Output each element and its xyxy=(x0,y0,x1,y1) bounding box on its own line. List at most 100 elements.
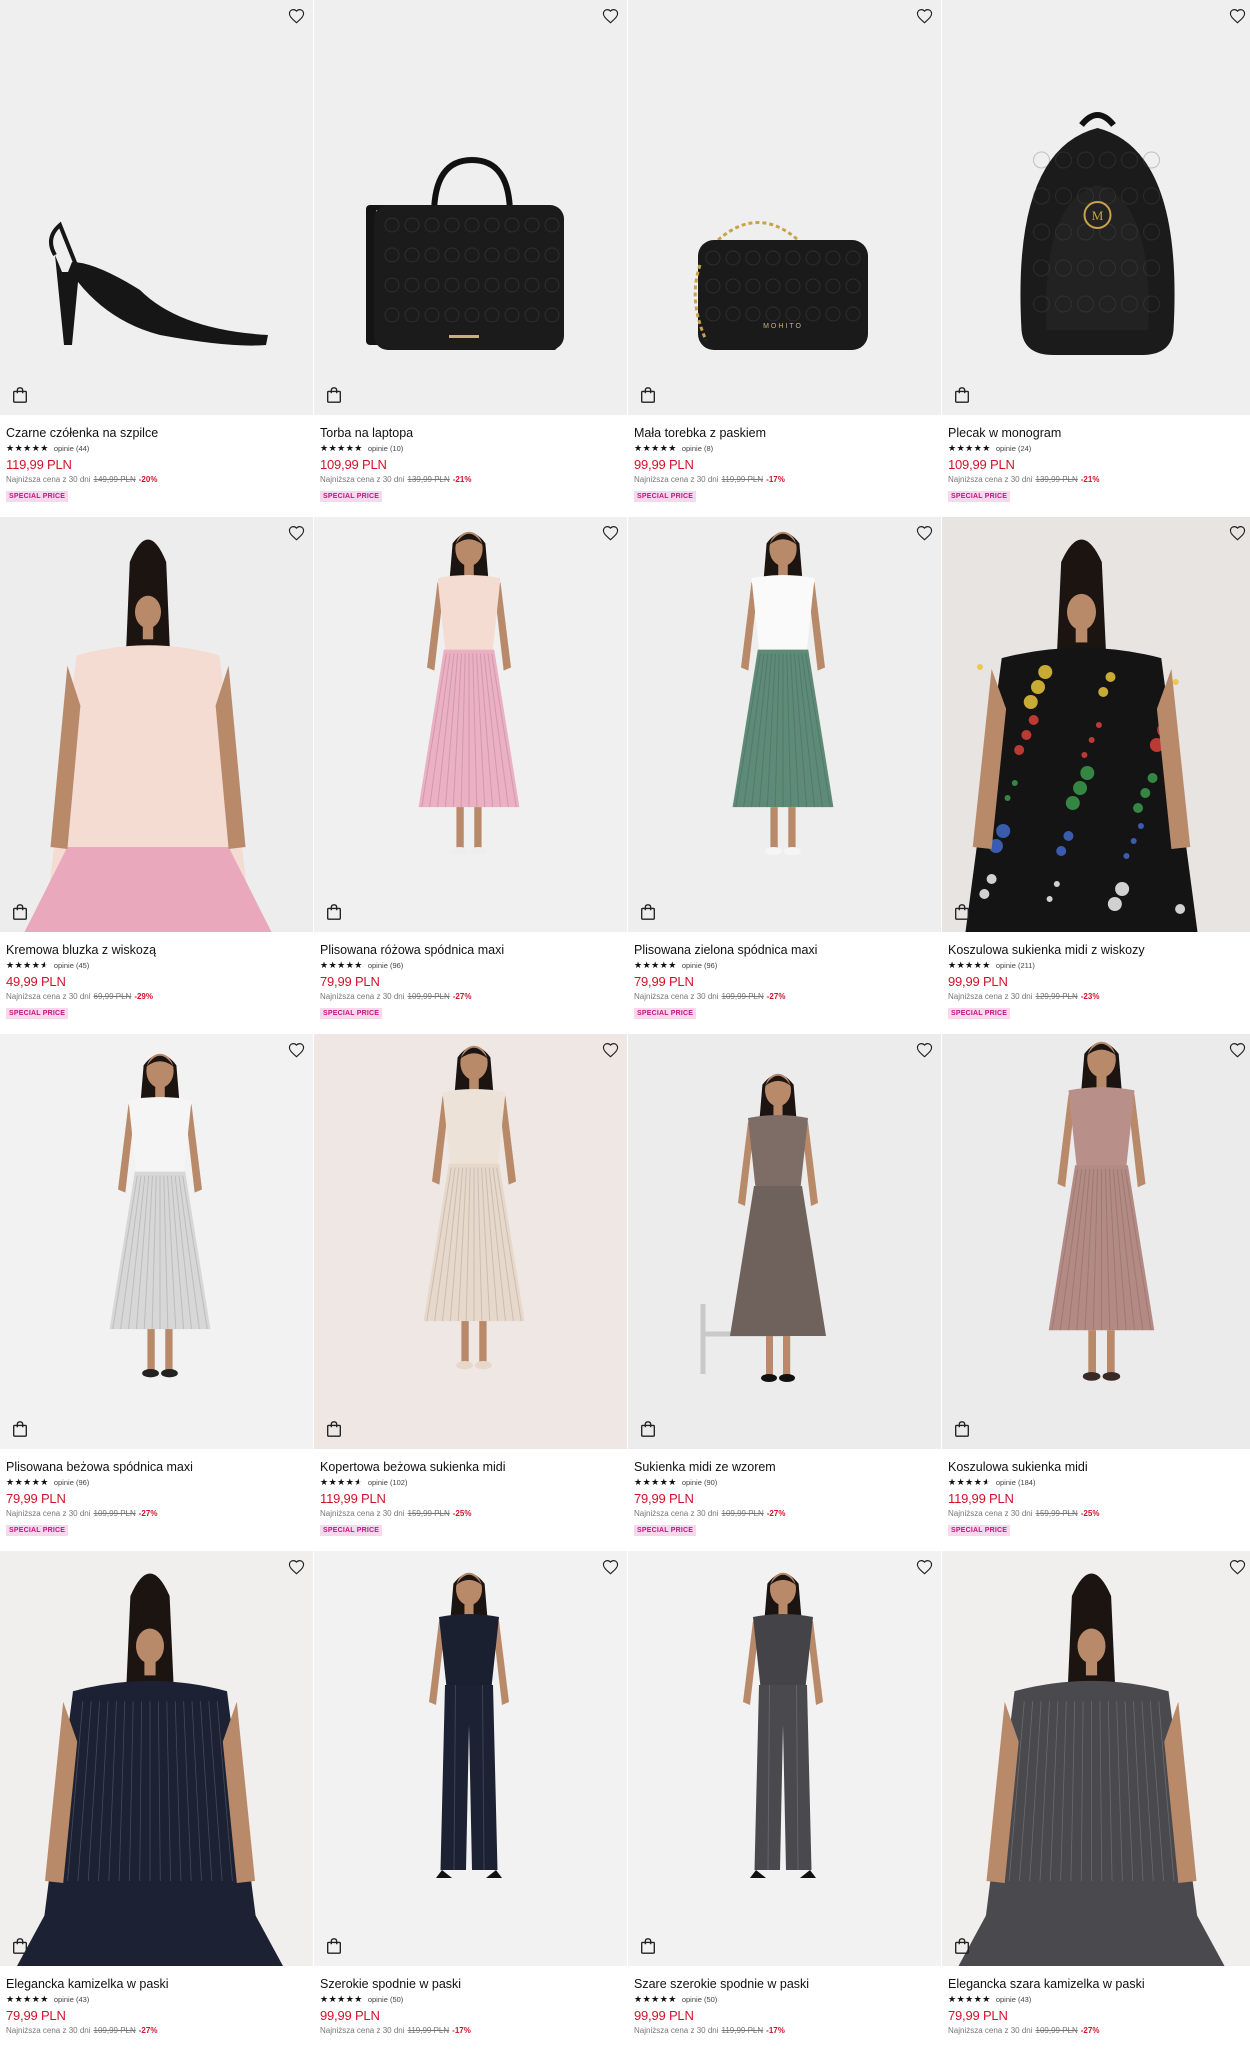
product-name[interactable]: Plisowana różowa spódnica maxi xyxy=(320,943,621,958)
shopping-bag-icon[interactable] xyxy=(325,903,343,921)
product-name[interactable]: Elegancka kamizelka w paski xyxy=(6,1977,307,1992)
product-image[interactable] xyxy=(628,1034,941,1449)
product-card[interactable]: Koszulowa sukienka midi ★★★★★★★★★★ opini… xyxy=(942,1034,1250,1551)
shopping-bag-icon[interactable] xyxy=(639,1937,657,1955)
heart-outline-icon[interactable] xyxy=(914,1040,934,1060)
heart-outline-icon[interactable] xyxy=(286,6,306,26)
product-image[interactable] xyxy=(942,517,1250,932)
product-image[interactable] xyxy=(314,517,627,932)
heart-outline-icon[interactable] xyxy=(600,1557,620,1577)
product-card[interactable]: Czarne czółenka na szpilce ★★★★★ ★★★★★ op… xyxy=(0,0,313,517)
product-card[interactable]: Sukienka midi ze wzorem ★★★★★ ★★★★★ opini… xyxy=(628,1034,941,1551)
product-image[interactable]: M xyxy=(942,0,1250,415)
heart-outline-icon[interactable] xyxy=(1227,1557,1247,1577)
product-image[interactable] xyxy=(942,1551,1250,1966)
product-image[interactable] xyxy=(628,517,941,932)
product-image[interactable] xyxy=(314,1551,627,1966)
heart-outline-icon[interactable] xyxy=(600,523,620,543)
product-name[interactable]: Szerokie spodnie w paski xyxy=(320,1977,621,1992)
review-count[interactable]: opinie (10) xyxy=(368,444,403,453)
review-count[interactable]: opinie (44) xyxy=(54,444,89,453)
product-card[interactable]: Szerokie spodnie w paski ★★★★★ ★★★★★ opin… xyxy=(314,1551,627,2068)
product-card[interactable]: Kremowa bluzka z wiskozą ★★★★★★★★★★ opin… xyxy=(0,517,313,1034)
lowest-price-info: Najniższa cena z 30 dni 109,99 PLN -27% xyxy=(634,1509,935,1519)
product-card[interactable]: Koszulowa sukienka midi z wiskozy ★★★★★ ★… xyxy=(942,517,1250,1034)
product-card[interactable]: Elegancka kamizelka w paski ★★★★★ ★★★★★ o… xyxy=(0,1551,313,2068)
old-price: 159,99 PLN xyxy=(407,1509,450,1518)
product-name[interactable]: Koszulowa sukienka midi z wiskozy xyxy=(948,943,1248,958)
shopping-bag-icon[interactable] xyxy=(953,1420,971,1438)
heart-outline-icon[interactable] xyxy=(914,523,934,543)
heart-outline-icon[interactable] xyxy=(600,1040,620,1060)
shopping-bag-icon[interactable] xyxy=(11,386,29,404)
shopping-bag-icon[interactable] xyxy=(325,1420,343,1438)
product-name[interactable]: Plecak w monogram xyxy=(948,426,1248,441)
shopping-bag-icon[interactable] xyxy=(11,903,29,921)
product-card[interactable]: M Plecak w monogram ★★★★★ ★★★★★ opinie (2… xyxy=(942,0,1250,517)
product-name[interactable]: Mała torebka z paskiem xyxy=(634,426,935,441)
shopping-bag-icon[interactable] xyxy=(11,1937,29,1955)
heart-outline-icon[interactable] xyxy=(1227,1040,1247,1060)
product-image[interactable] xyxy=(0,1551,313,1966)
lowest-price-info: Najniższa cena z 30 dni 139,99 PLN -21% xyxy=(320,475,621,485)
heart-outline-icon[interactable] xyxy=(286,523,306,543)
product-card[interactable]: Plisowana zielona spódnica maxi ★★★★★ ★★★… xyxy=(628,517,941,1034)
heart-outline-icon[interactable] xyxy=(914,6,934,26)
product-name[interactable]: Koszulowa sukienka midi xyxy=(948,1460,1248,1475)
heart-outline-icon[interactable] xyxy=(286,1557,306,1577)
review-count[interactable]: opinie (50) xyxy=(682,1995,717,2004)
product-name[interactable]: Kremowa bluzka z wiskozą xyxy=(6,943,307,958)
product-name[interactable]: Plisowana zielona spódnica maxi xyxy=(634,943,935,958)
product-image[interactable]: MOHITO xyxy=(628,0,941,415)
product-card[interactable]: Plisowana różowa spódnica maxi ★★★★★ ★★★★… xyxy=(314,517,627,1034)
product-image[interactable] xyxy=(628,1551,941,1966)
review-count[interactable]: opinie (102) xyxy=(368,1478,408,1487)
review-count[interactable]: opinie (90) xyxy=(682,1478,717,1487)
product-image[interactable] xyxy=(0,517,313,932)
review-count[interactable]: opinie (8) xyxy=(682,444,713,453)
shopping-bag-icon[interactable] xyxy=(953,903,971,921)
product-rating: ★★★★★ ★★★★★ opinie (211) xyxy=(948,960,1248,971)
review-count[interactable]: opinie (184) xyxy=(996,1478,1036,1487)
shopping-bag-icon[interactable] xyxy=(639,1420,657,1438)
product-name[interactable]: Czarne czółenka na szpilce xyxy=(6,426,307,441)
product-name[interactable]: Kopertowa beżowa sukienka midi xyxy=(320,1460,621,1475)
review-count[interactable]: opinie (45) xyxy=(54,961,89,970)
review-count[interactable]: opinie (50) xyxy=(368,1995,403,2004)
product-card[interactable]: Torba na laptopa ★★★★★ ★★★★★ opinie (10) … xyxy=(314,0,627,517)
shopping-bag-icon[interactable] xyxy=(953,386,971,404)
product-image[interactable] xyxy=(942,1034,1250,1449)
shopping-bag-icon[interactable] xyxy=(953,1937,971,1955)
review-count[interactable]: opinie (43) xyxy=(54,1995,89,2004)
product-image[interactable] xyxy=(314,0,627,415)
product-name[interactable]: Szare szerokie spodnie w paski xyxy=(634,1977,935,1992)
product-image[interactable] xyxy=(0,1034,313,1449)
review-count[interactable]: opinie (96) xyxy=(682,961,717,970)
heart-outline-icon[interactable] xyxy=(914,1557,934,1577)
review-count[interactable]: opinie (96) xyxy=(368,961,403,970)
product-name[interactable]: Torba na laptopa xyxy=(320,426,621,441)
shopping-bag-icon[interactable] xyxy=(11,1420,29,1438)
product-name[interactable]: Plisowana beżowa spódnica maxi xyxy=(6,1460,307,1475)
shopping-bag-icon[interactable] xyxy=(325,1937,343,1955)
product-card[interactable]: Szare szerokie spodnie w paski ★★★★★ ★★★★… xyxy=(628,1551,941,2068)
shopping-bag-icon[interactable] xyxy=(325,386,343,404)
product-name[interactable]: Elegancka szara kamizelka w paski xyxy=(948,1977,1248,1992)
shopping-bag-icon[interactable] xyxy=(639,386,657,404)
review-count[interactable]: opinie (43) xyxy=(996,1995,1031,2004)
product-name[interactable]: Sukienka midi ze wzorem xyxy=(634,1460,935,1475)
product-image[interactable] xyxy=(0,0,313,415)
product-image[interactable] xyxy=(314,1034,627,1449)
heart-outline-icon[interactable] xyxy=(286,1040,306,1060)
review-count[interactable]: opinie (24) xyxy=(996,444,1031,453)
product-card[interactable]: Elegancka szara kamizelka w paski ★★★★★ ★… xyxy=(942,1551,1250,2068)
product-card[interactable]: Plisowana beżowa spódnica maxi ★★★★★ ★★★★… xyxy=(0,1034,313,1551)
shopping-bag-icon[interactable] xyxy=(639,903,657,921)
heart-outline-icon[interactable] xyxy=(600,6,620,26)
heart-outline-icon[interactable] xyxy=(1227,523,1247,543)
review-count[interactable]: opinie (211) xyxy=(996,961,1035,970)
review-count[interactable]: opinie (96) xyxy=(54,1478,89,1487)
heart-outline-icon[interactable] xyxy=(1227,6,1247,26)
product-card[interactable]: Kopertowa beżowa sukienka midi ★★★★★ ★★★★… xyxy=(314,1034,627,1551)
product-card[interactable]: MOHITO Mała torebka z paskiem ★★★★★ ★★★★★… xyxy=(628,0,941,517)
